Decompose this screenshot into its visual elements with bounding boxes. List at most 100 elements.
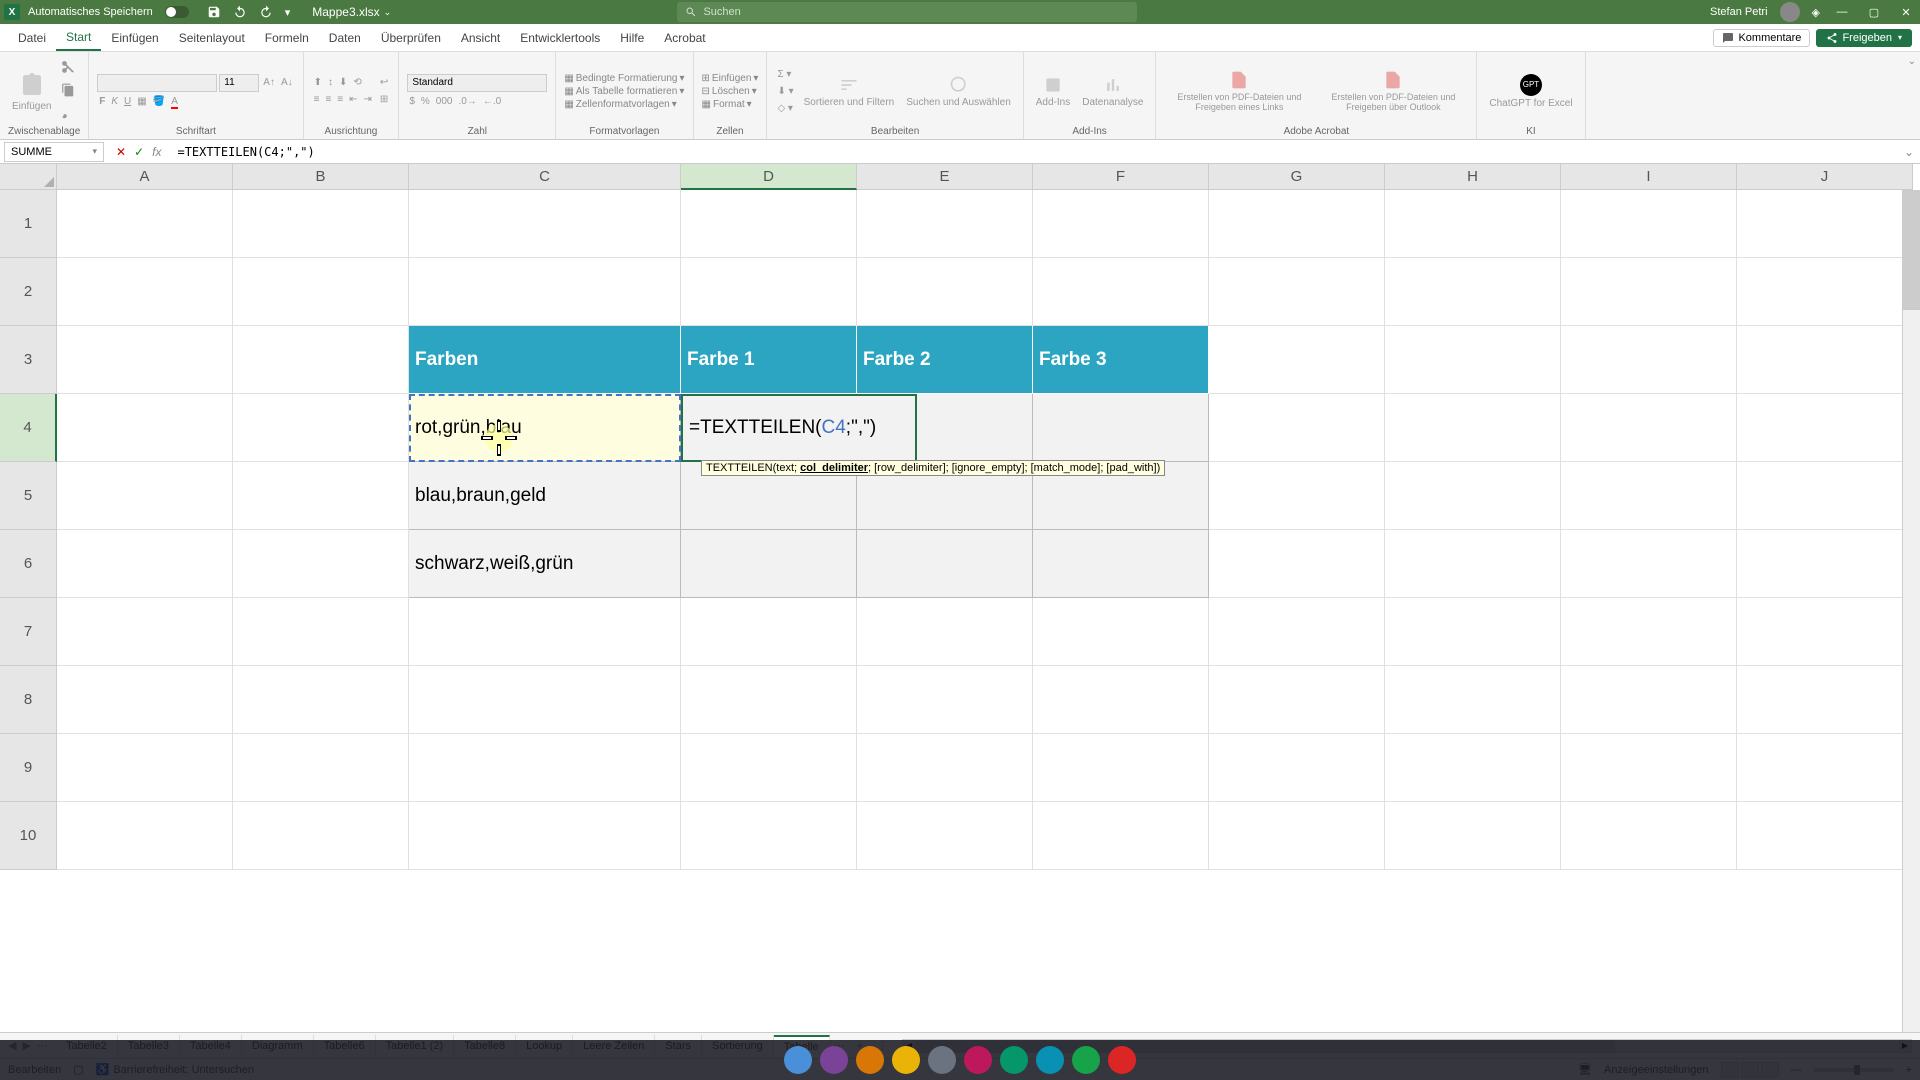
italic-button[interactable]: K xyxy=(109,94,120,109)
maximize-button[interactable]: ▢ xyxy=(1864,6,1884,19)
cell-D6[interactable] xyxy=(681,530,857,598)
ribbon-tab-hilfe[interactable]: Hilfe xyxy=(610,24,654,51)
cell-F7[interactable] xyxy=(1033,598,1209,666)
cell-C4[interactable]: rot,grün,blau xyxy=(409,394,681,462)
cell-B5[interactable] xyxy=(233,462,409,530)
cell-B7[interactable] xyxy=(233,598,409,666)
cell-B3[interactable] xyxy=(233,326,409,394)
row-header-9[interactable]: 9 xyxy=(0,734,57,802)
format-as-table-button[interactable]: ▦ Als Tabelle formatieren ▾ xyxy=(564,86,684,97)
taskbar-app-icon[interactable] xyxy=(1108,1046,1136,1074)
filename-label[interactable]: Mappe3.xlsx xyxy=(312,5,379,19)
bold-button[interactable]: F xyxy=(97,94,107,109)
search-box[interactable]: Suchen xyxy=(677,2,1137,22)
underline-button[interactable]: U xyxy=(122,94,133,109)
row-header-4[interactable]: 4 xyxy=(0,394,57,462)
cell-G2[interactable] xyxy=(1209,258,1385,326)
row-header-3[interactable]: 3 xyxy=(0,326,57,394)
paste-button[interactable]: Einfügen xyxy=(8,69,55,114)
cancel-formula-button[interactable]: ✕ xyxy=(116,145,126,159)
cell-H1[interactable] xyxy=(1385,190,1561,258)
cell-H5[interactable] xyxy=(1385,462,1561,530)
cell-A10[interactable] xyxy=(57,802,233,870)
column-header-H[interactable]: H xyxy=(1385,164,1561,190)
vertical-scrollbar-thumb[interactable] xyxy=(1903,190,1920,310)
conditional-formatting-button[interactable]: ▦ Bedingte Formatierung ▾ xyxy=(564,73,684,84)
taskbar-app-icon[interactable] xyxy=(964,1046,992,1074)
cell-C6[interactable]: schwarz,weiß,grün xyxy=(409,530,681,598)
pdf-outlook-button[interactable]: Erstellen von PDF-Dateien und Freigeben … xyxy=(1318,68,1468,114)
cell-J10[interactable] xyxy=(1737,802,1913,870)
sort-filter-button[interactable]: Sortieren und Filtern xyxy=(800,73,899,110)
find-select-button[interactable]: Suchen und Auswählen xyxy=(902,73,1015,110)
clear-button[interactable]: ◇ ▾ xyxy=(775,101,795,116)
cell-C2[interactable] xyxy=(409,258,681,326)
row-header-1[interactable]: 1 xyxy=(0,190,57,258)
column-header-B[interactable]: B xyxy=(233,164,409,190)
ribbon-tab-ansicht[interactable]: Ansicht xyxy=(451,24,510,51)
cell-F10[interactable] xyxy=(1033,802,1209,870)
column-header-J[interactable]: J xyxy=(1737,164,1913,190)
table-header-3[interactable]: Farbe 3 xyxy=(1033,326,1209,394)
cell-J4[interactable] xyxy=(1737,394,1913,462)
ribbon-collapse-button[interactable]: ⌄ xyxy=(1904,52,1920,139)
fill-button[interactable]: ⬇ ▾ xyxy=(775,84,795,99)
cell-J2[interactable] xyxy=(1737,258,1913,326)
cell-A9[interactable] xyxy=(57,734,233,802)
column-header-C[interactable]: C xyxy=(409,164,681,190)
ribbon-tab-formeln[interactable]: Formeln xyxy=(255,24,319,51)
indent-increase-button[interactable]: ⇥ xyxy=(362,92,374,107)
cell-C9[interactable] xyxy=(409,734,681,802)
autosave-toggle[interactable] xyxy=(165,6,189,18)
cell-G9[interactable] xyxy=(1209,734,1385,802)
percent-button[interactable]: % xyxy=(419,94,432,109)
cell-A1[interactable] xyxy=(57,190,233,258)
cell-A3[interactable] xyxy=(57,326,233,394)
cell-J9[interactable] xyxy=(1737,734,1913,802)
font-name-input[interactable] xyxy=(97,74,217,92)
vertical-scrollbar[interactable] xyxy=(1902,190,1920,1032)
cell-I1[interactable] xyxy=(1561,190,1737,258)
cell-F8[interactable] xyxy=(1033,666,1209,734)
taskbar-app-icon[interactable] xyxy=(1036,1046,1064,1074)
insert-function-button[interactable]: fx xyxy=(152,145,161,159)
font-size-input[interactable] xyxy=(219,74,259,92)
align-right-button[interactable]: ≡ xyxy=(335,92,345,107)
cell-D7[interactable] xyxy=(681,598,857,666)
taskbar-app-icon[interactable] xyxy=(892,1046,920,1074)
cell-H3[interactable] xyxy=(1385,326,1561,394)
cell-G6[interactable] xyxy=(1209,530,1385,598)
merge-button[interactable]: ⊞ xyxy=(378,92,390,107)
cell-C5[interactable]: blau,braun,geld xyxy=(409,462,681,530)
cut-button[interactable] xyxy=(59,58,77,79)
cell-G7[interactable] xyxy=(1209,598,1385,666)
undo-icon[interactable] xyxy=(233,5,247,19)
cell-J6[interactable] xyxy=(1737,530,1913,598)
copy-button[interactable] xyxy=(59,81,77,102)
column-header-G[interactable]: G xyxy=(1209,164,1385,190)
data-analysis-button[interactable]: Datenanalyse xyxy=(1078,73,1147,110)
cell-styles-button[interactable]: ▦ Zellenformatvorlagen ▾ xyxy=(564,99,684,110)
column-header-I[interactable]: I xyxy=(1561,164,1737,190)
cell-J7[interactable] xyxy=(1737,598,1913,666)
filename-dropdown-icon[interactable]: ⌄ xyxy=(384,7,392,18)
share-button[interactable]: Freigeben ▾ xyxy=(1816,29,1912,47)
ribbon-tab-entwicklertools[interactable]: Entwicklertools xyxy=(510,24,610,51)
taskbar-app-icon[interactable] xyxy=(784,1046,812,1074)
cell-A4[interactable] xyxy=(57,394,233,462)
cell-G3[interactable] xyxy=(1209,326,1385,394)
table-header-0[interactable]: Farben xyxy=(409,326,681,394)
cell-I10[interactable] xyxy=(1561,802,1737,870)
decrease-font-button[interactable]: A↓ xyxy=(279,75,295,90)
ribbon-tab-seitenlayout[interactable]: Seitenlayout xyxy=(169,24,255,51)
close-button[interactable]: ✕ xyxy=(1896,6,1916,19)
cell-F6[interactable] xyxy=(1033,530,1209,598)
cell-H2[interactable] xyxy=(1385,258,1561,326)
formula-expand-button[interactable]: ⌄ xyxy=(1898,145,1920,159)
cell-E8[interactable] xyxy=(857,666,1033,734)
currency-button[interactable]: $ xyxy=(407,94,417,109)
format-painter-button[interactable] xyxy=(59,104,77,125)
cell-B6[interactable] xyxy=(233,530,409,598)
row-header-5[interactable]: 5 xyxy=(0,462,57,530)
cell-B4[interactable] xyxy=(233,394,409,462)
